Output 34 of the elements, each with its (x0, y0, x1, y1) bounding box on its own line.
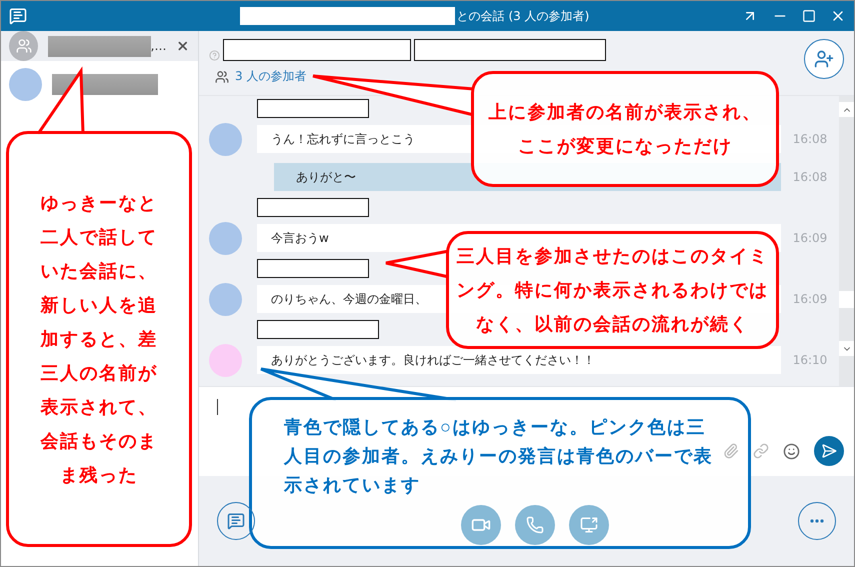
message-time: 16:09 (792, 292, 828, 306)
message-time: 16:08 (792, 170, 828, 184)
message-time: 16:09 (792, 231, 828, 245)
callout-text: ゆっきーなと二人で話していた会話に、新しい人を追加すると、差三人の名前が表示されて、会話もそのまま残った (40, 192, 158, 487)
participants-link[interactable]: 3 人の参加者 (235, 68, 306, 85)
scrollbar[interactable] (839, 96, 854, 386)
conversation-name: ,… (150, 39, 166, 53)
send-button[interactable] (814, 436, 844, 466)
scroll-up-button[interactable] (839, 102, 854, 117)
message-time: 16:08 (792, 132, 828, 146)
conversation-item[interactable]: ,… (1, 31, 198, 61)
chat-icon (227, 512, 245, 530)
maximize-icon[interactable] (802, 9, 816, 23)
send-icon (821, 443, 837, 459)
more-icon (810, 519, 824, 523)
chat-icon (9, 7, 27, 25)
people-icon (215, 70, 229, 84)
paperclip-icon[interactable] (723, 443, 739, 459)
text-cursor (217, 399, 218, 415)
add-person-icon (814, 49, 834, 69)
message-time: 16:10 (792, 353, 828, 367)
window-title: との会話 (3 人の参加者) (456, 8, 590, 24)
phone-icon (526, 516, 544, 534)
add-people-button[interactable] (804, 39, 844, 79)
more-button[interactable] (798, 502, 836, 540)
smiley-icon[interactable] (783, 442, 800, 460)
close-icon[interactable] (176, 39, 190, 53)
avatar (9, 68, 42, 100)
callout-text: 青色で隠してある○はゆっきーな。ピンク色は三人目の参加者。えみりーの発言は青色のバーで表示されています (284, 416, 714, 497)
screen-share-icon (580, 516, 598, 534)
help-icon (209, 50, 220, 61)
scroll-down-button[interactable] (839, 341, 854, 356)
scroll-thumb[interactable] (839, 290, 854, 308)
people-icon (16, 38, 32, 54)
